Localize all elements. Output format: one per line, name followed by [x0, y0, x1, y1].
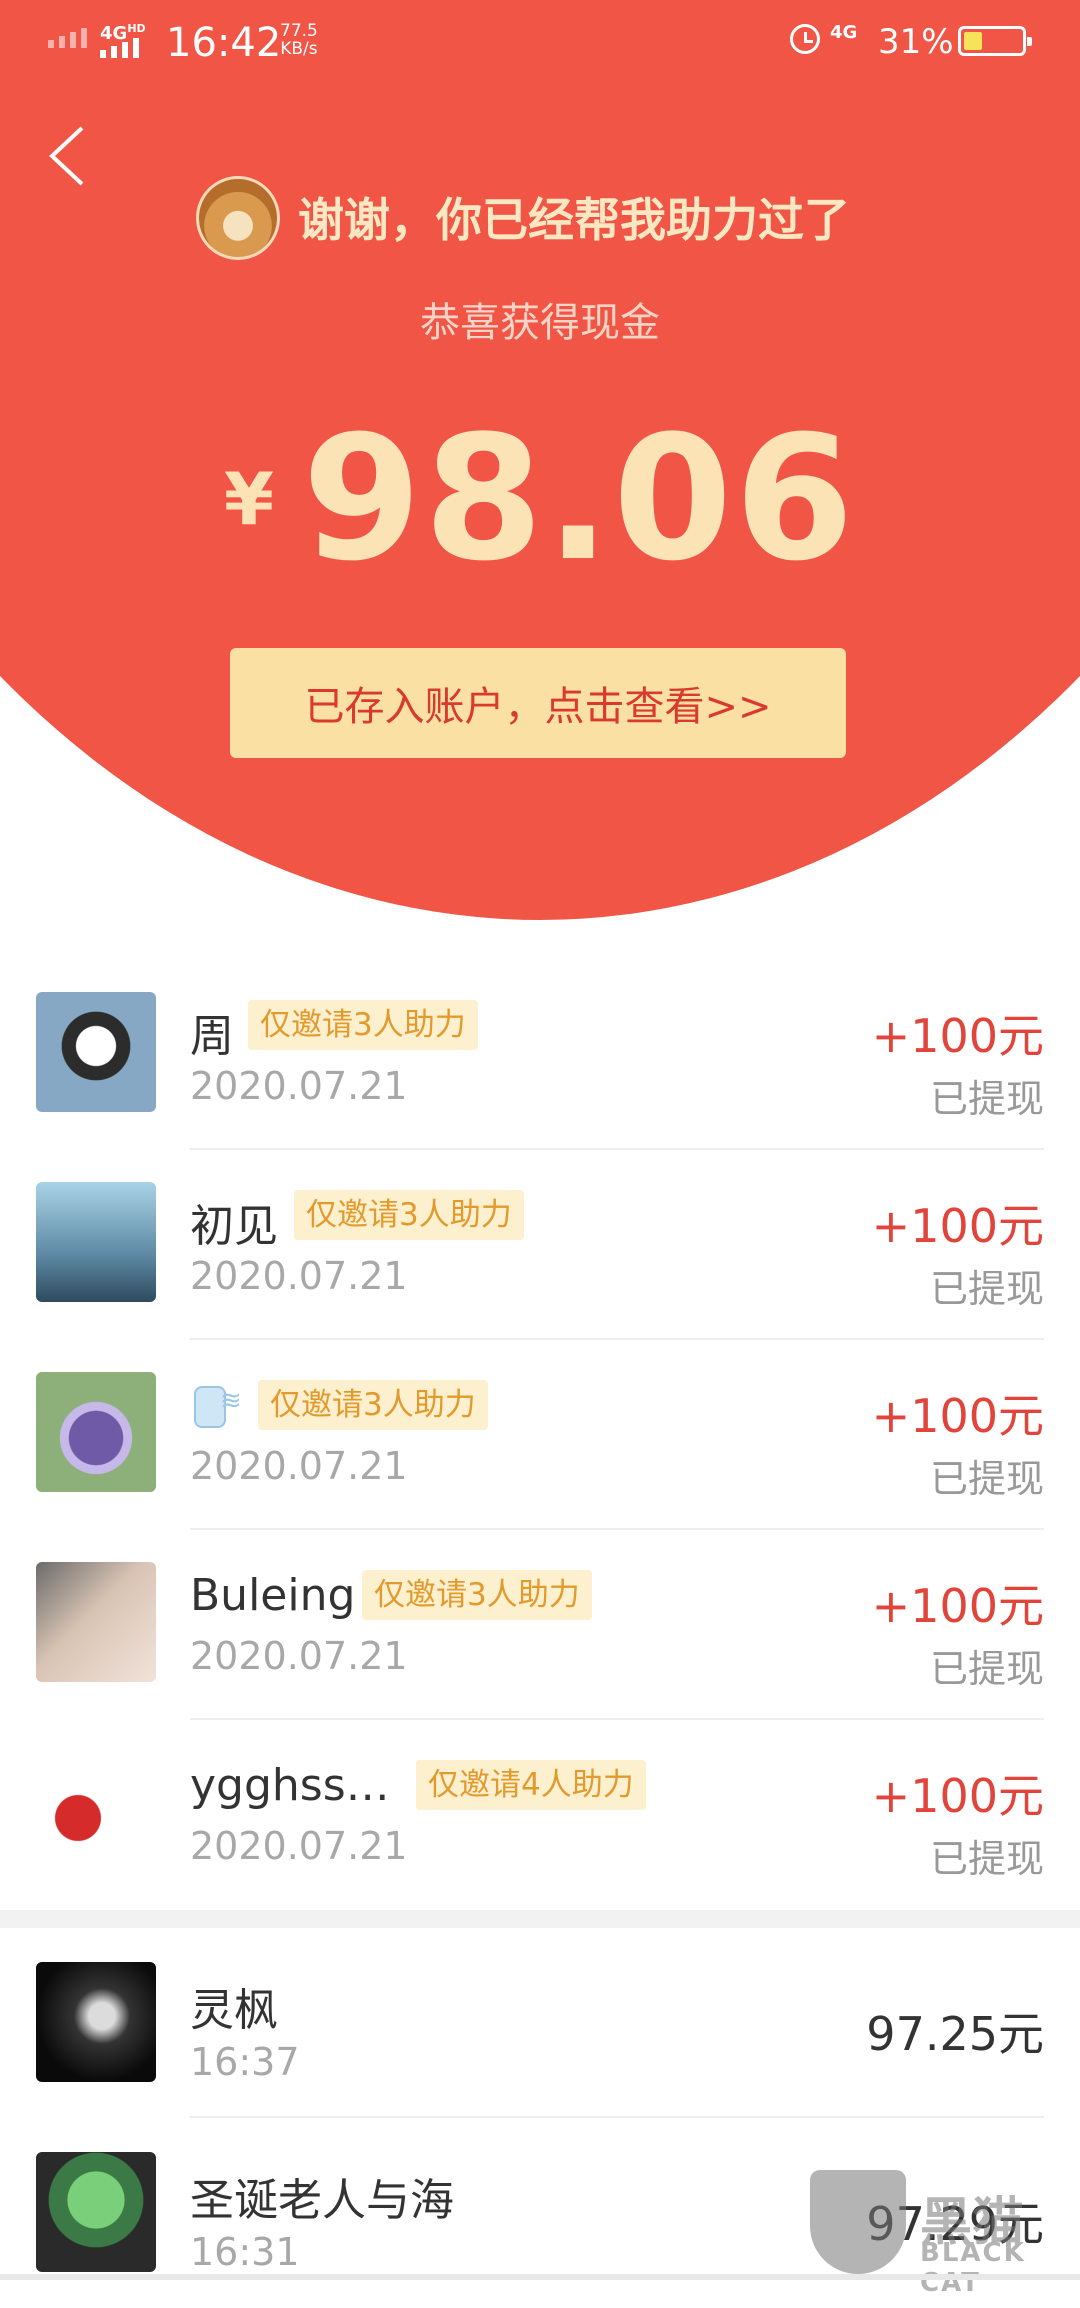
user-name: 周 — [190, 1011, 234, 1062]
invite-list: 周 仅邀请3人助力 2020.07.21 +100元 已提现 初见 仅邀请3人助… — [0, 960, 1080, 2308]
back-arrow-icon[interactable] — [40, 120, 110, 190]
list-item[interactable]: 仅邀请3人助力 2020.07.21 +100元 已提现 — [0, 1340, 1080, 1530]
date: 2020.07.21 — [190, 1254, 408, 1298]
record-time: 16:37 — [190, 2040, 300, 2084]
record-amount: 97.25元 — [866, 2007, 1044, 2061]
avatar — [36, 1562, 156, 1682]
date: 2020.07.21 — [190, 1634, 408, 1678]
avatar — [36, 2152, 156, 2272]
network-speed: 77.5 KB/s — [280, 21, 318, 59]
alarm-icon — [790, 24, 820, 54]
user-name: ygghss… — [190, 1760, 390, 1811]
list-item[interactable]: ygghss… 仅邀请4人助力 2020.07.21 +100元 已提现 — [0, 1720, 1080, 1910]
invite-badge: 仅邀请3人助力 — [362, 1570, 592, 1620]
cat-shield-icon — [810, 2170, 906, 2274]
avatar — [36, 1372, 156, 1492]
currency-symbol: ¥ — [223, 456, 275, 541]
reward: +100元 — [871, 1579, 1044, 1633]
watermark-subtext: BLACK CAT — [920, 2238, 1026, 2298]
blowing-wind-emoji-icon — [190, 1380, 242, 1430]
user-name: 圣诞老人与海 — [190, 2175, 454, 2226]
cash-amount: ¥98.06 — [0, 398, 1080, 599]
user-name: Buleing — [190, 1570, 356, 1621]
list-item[interactable]: 周 仅邀请3人助力 2020.07.21 +100元 已提现 — [0, 960, 1080, 1150]
withdraw-status: 已提现 — [929, 1647, 1044, 1691]
battery-percent: 31% — [878, 22, 954, 62]
avatar — [36, 1182, 156, 1302]
section-separator — [0, 1910, 1080, 1928]
watermark-logo: 黑猫 BLACK CAT — [810, 2170, 1080, 2298]
avatar — [36, 992, 156, 1112]
invite-badge: 仅邀请3人助力 — [294, 1190, 524, 1240]
record-time: 16:31 — [190, 2230, 300, 2274]
invite-badge: 仅邀请3人助力 — [258, 1380, 488, 1430]
reward: +100元 — [871, 1389, 1044, 1443]
status-time: 16:42 — [166, 20, 282, 66]
bottom-edge — [0, 2274, 1080, 2280]
signal-2-icon — [100, 38, 139, 58]
signal-1-icon — [48, 28, 87, 48]
withdraw-status: 已提现 — [929, 1077, 1044, 1121]
list-item[interactable]: Buleing 仅邀请3人助力 2020.07.21 +100元 已提现 — [0, 1530, 1080, 1720]
avatar — [36, 1752, 156, 1872]
invite-badge: 仅邀请4人助力 — [416, 1760, 646, 1810]
battery-icon — [958, 26, 1032, 56]
network-type-2-label: 4G — [830, 22, 858, 43]
list-item[interactable]: 初见 仅邀请3人助力 2020.07.21 +100元 已提现 — [0, 1150, 1080, 1340]
congrats-label: 恭喜获得现金 — [420, 300, 660, 346]
withdraw-status: 已提现 — [929, 1457, 1044, 1501]
thanks-message: 谢谢，你已经帮我助力过了 — [298, 193, 850, 247]
avatar — [36, 1962, 156, 2082]
user-name: 灵枫 — [190, 1985, 278, 2036]
amount-value: 98.06 — [302, 398, 857, 599]
withdraw-status: 已提现 — [929, 1837, 1044, 1881]
date: 2020.07.21 — [190, 1824, 408, 1868]
user-name: 初见 — [190, 1201, 278, 1252]
reward: +100元 — [871, 1769, 1044, 1823]
reward: +100元 — [871, 1009, 1044, 1063]
reward: +100元 — [871, 1199, 1044, 1253]
date: 2020.07.21 — [190, 1444, 408, 1488]
invite-badge: 仅邀请3人助力 — [248, 1000, 478, 1050]
date: 2020.07.21 — [190, 1064, 408, 1108]
withdraw-status: 已提现 — [929, 1267, 1044, 1311]
view-account-button[interactable]: 已存入账户，点击查看>> — [230, 648, 846, 758]
record-item[interactable]: 灵枫 16:37 97.25元 — [0, 1928, 1080, 2118]
user-name — [190, 1380, 242, 1441]
status-bar: 4GHD 16:42 77.5 KB/s 4G 31% — [0, 0, 1080, 84]
inviter-avatar — [196, 176, 280, 260]
